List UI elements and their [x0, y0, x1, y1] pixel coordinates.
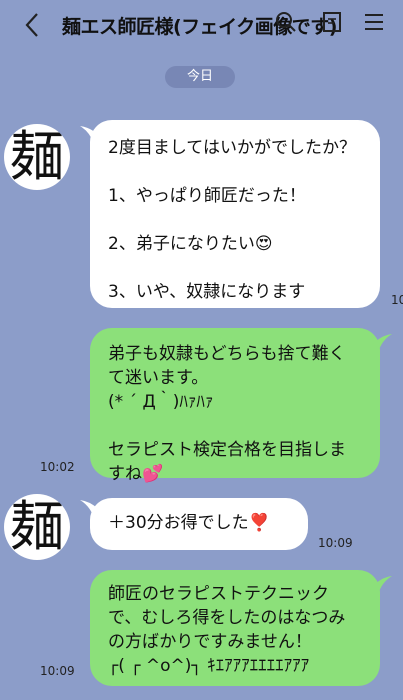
date-separator: 今日 [165, 66, 235, 88]
menu-icon[interactable] [362, 10, 386, 34]
bubble-tail [370, 334, 392, 352]
search-icon[interactable] [274, 10, 298, 34]
chevron-left-icon[interactable] [20, 10, 46, 40]
note-icon[interactable] [320, 10, 344, 34]
message-bubble-outgoing[interactable]: 師匠のセラピストテクニックで、むしろ得をしたのはなつみの方ばかりですみません！ … [90, 570, 380, 686]
bubble-tail [80, 500, 102, 518]
chat-title: 麺エス師匠様(フェイク画像です) [62, 16, 338, 38]
message-time: 10:02 [40, 460, 75, 474]
message-text: 2度目ましてはいかがでしたか？ 1、やっぱり師匠だった！ 2、弟子になりたい😍 … [108, 138, 356, 302]
message-time: 10:09 [40, 664, 75, 678]
avatar[interactable]: 麺 [4, 494, 70, 560]
message-text: 弟子も奴隷もどちらも捨て難くて迷います。 (* ´ Д｀)ﾊｧﾊｧ セラピスト検… [108, 344, 346, 484]
message-text: 師匠のセラピストテクニックで、むしろ得をしたのはなつみの方ばかりですみません！ … [108, 584, 346, 676]
message-bubble-incoming[interactable]: ＋30分お得でした❣️ [90, 498, 308, 550]
message-text: ＋30分お得でした❣️ [108, 513, 270, 533]
message-bubble-incoming[interactable]: 2度目ましてはいかがでしたか？ 1、やっぱり師匠だった！ 2、弟子になりたい😍 … [90, 120, 380, 308]
bubble-tail [370, 576, 392, 594]
bubble-tail [80, 126, 102, 144]
avatar[interactable]: 麺 [4, 124, 70, 190]
chat-header: 麺エス師匠様(フェイク画像です) [0, 0, 403, 52]
message-bubble-outgoing[interactable]: 弟子も奴隷もどちらも捨て難くて迷います。 (* ´ Д｀)ﾊｧﾊｧ セラピスト検… [90, 328, 380, 484]
message-time: 10:09 [318, 536, 353, 550]
message-time: 10 [391, 293, 403, 307]
